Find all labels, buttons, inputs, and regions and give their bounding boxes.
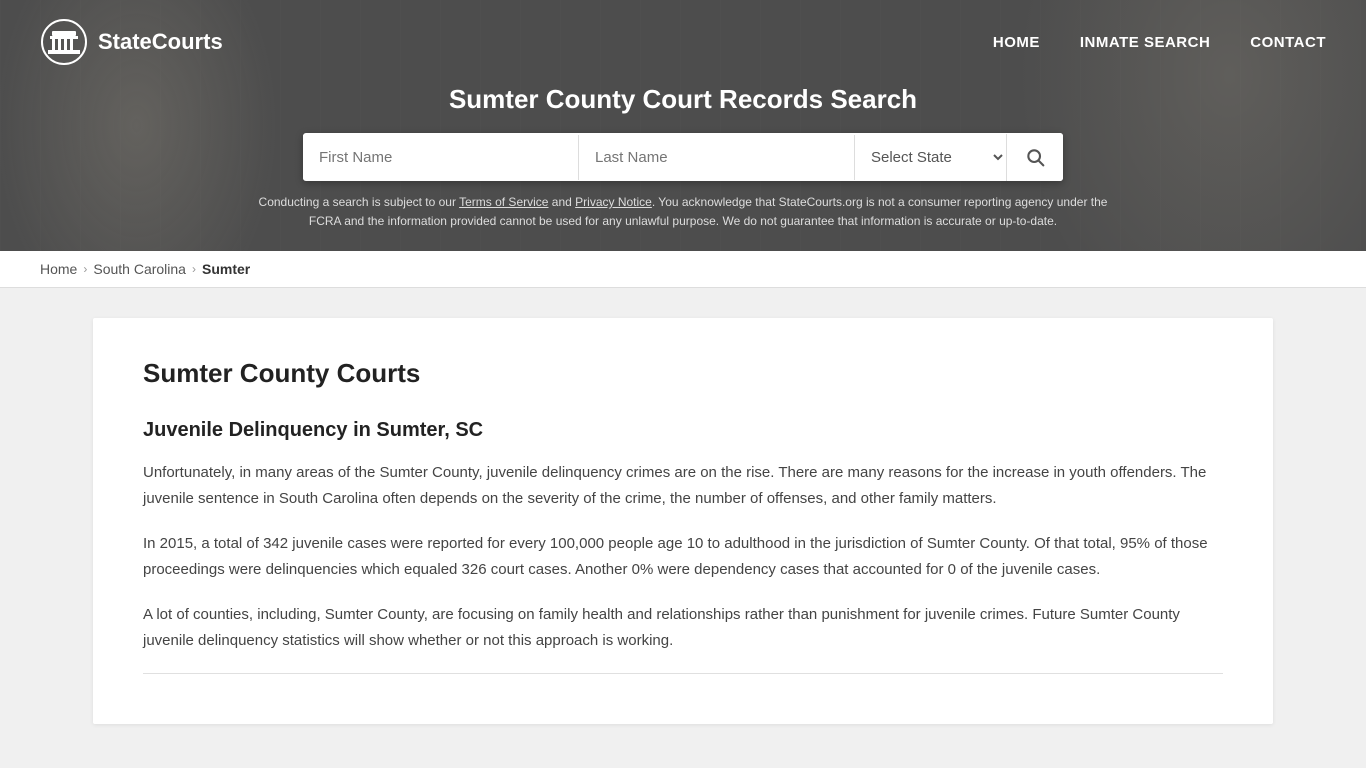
navigation: StateCourts HOME INMATE SEARCH CONTACT xyxy=(0,0,1366,84)
para-3: A lot of counties, including, Sumter Cou… xyxy=(143,602,1223,653)
page-title: Sumter County Courts xyxy=(143,358,1223,389)
section-title-1: Juvenile Delinquency in Sumter, SC xyxy=(143,419,1223,442)
search-icon xyxy=(1025,147,1045,167)
breadcrumb-county: Sumter xyxy=(202,261,250,277)
disclaimer-text: Conducting a search is subject to our Te… xyxy=(233,181,1133,251)
para-1: Unfortunately, in many areas of the Sumt… xyxy=(143,460,1223,511)
nav-home[interactable]: HOME xyxy=(993,34,1040,51)
logo-text: StateCourts xyxy=(98,29,223,55)
section-juvenile-delinquency: Juvenile Delinquency in Sumter, SC Unfor… xyxy=(143,419,1223,653)
header-title: Sumter County Court Records Search xyxy=(449,84,917,115)
last-name-input[interactable] xyxy=(579,135,855,180)
breadcrumb-sep-2: › xyxy=(192,262,196,276)
breadcrumb-sep-1: › xyxy=(83,262,87,276)
nav-links: HOME INMATE SEARCH CONTACT xyxy=(993,34,1326,51)
content-card: Sumter County Courts Juvenile Delinquenc… xyxy=(93,318,1273,724)
search-button[interactable] xyxy=(1007,133,1063,181)
logo-icon xyxy=(40,18,88,66)
nav-contact[interactable]: CONTACT xyxy=(1250,34,1326,51)
nav-inmate-search[interactable]: INMATE SEARCH xyxy=(1080,34,1210,51)
main-content-area: Sumter County Courts Juvenile Delinquenc… xyxy=(0,318,1366,724)
breadcrumb-state[interactable]: South Carolina xyxy=(93,261,186,277)
privacy-link[interactable]: Privacy Notice xyxy=(575,195,652,209)
logo-link[interactable]: StateCourts xyxy=(40,18,223,66)
section-divider xyxy=(143,673,1223,674)
state-select[interactable]: Select State Alabama Alaska Arizona Arka… xyxy=(855,134,1007,181)
terms-link[interactable]: Terms of Service xyxy=(459,195,548,209)
first-name-input[interactable] xyxy=(303,135,579,180)
breadcrumb-home[interactable]: Home xyxy=(40,261,77,277)
header: StateCourts HOME INMATE SEARCH CONTACT S… xyxy=(0,0,1366,251)
breadcrumb: Home › South Carolina › Sumter xyxy=(0,251,1366,288)
para-2: In 2015, a total of 342 juvenile cases w… xyxy=(143,531,1223,582)
search-bar: Select State Alabama Alaska Arizona Arka… xyxy=(303,133,1063,181)
